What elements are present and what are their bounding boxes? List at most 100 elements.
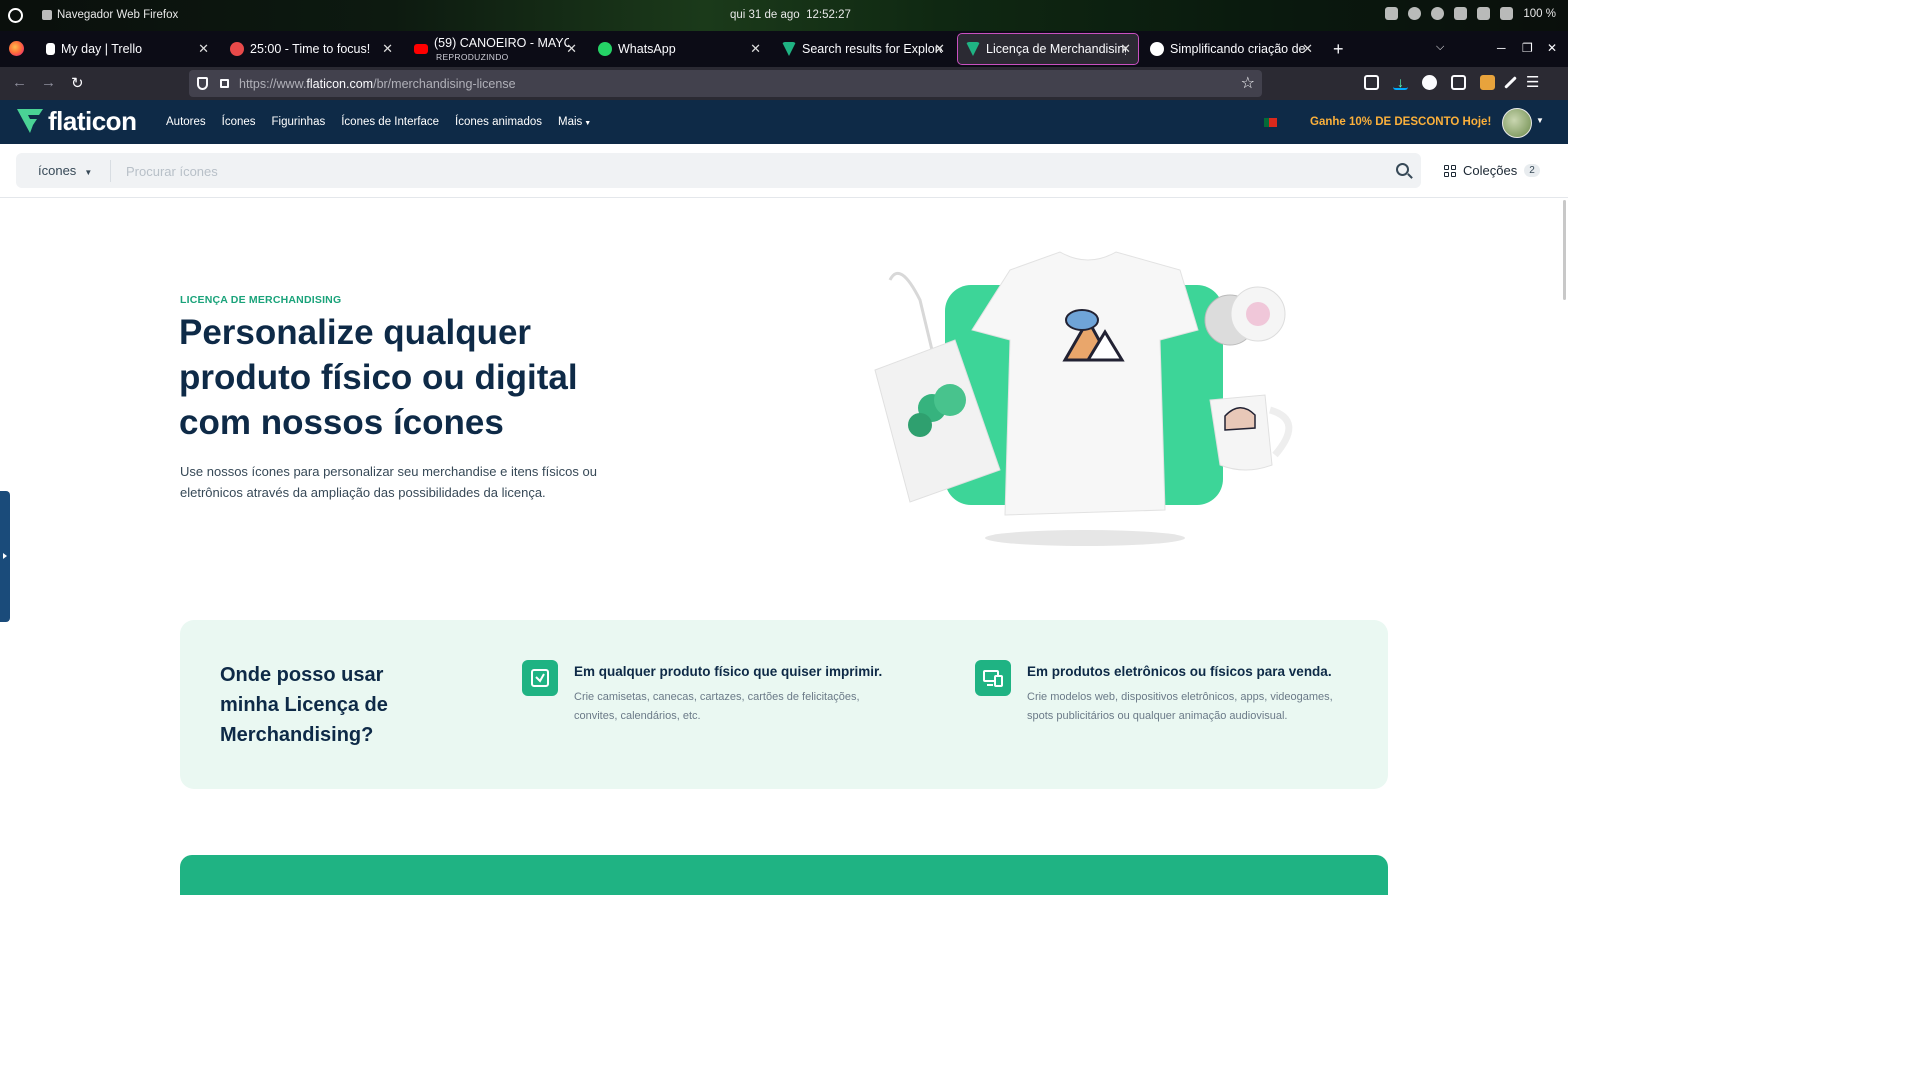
bag-handle bbox=[888, 271, 934, 351]
caret-down-icon: ▼ bbox=[584, 120, 592, 127]
caret-down-icon[interactable]: ▼ bbox=[1536, 116, 1544, 125]
pocket-icon[interactable] bbox=[1364, 75, 1379, 90]
downloads-icon[interactable]: ↓ bbox=[1393, 75, 1408, 90]
close-icon[interactable]: ✕ bbox=[1302, 41, 1313, 57]
menu-item-icons[interactable]: Ícones bbox=[222, 116, 256, 128]
menu-item-animated-icons[interactable]: Ícones animados bbox=[455, 116, 542, 128]
hero-subtitle: Use nossos ícones para personalizar seu … bbox=[180, 464, 597, 500]
flaticon-logo-icon bbox=[17, 109, 43, 133]
url-text[interactable]: https://www.flaticon.com/br/merchandisin… bbox=[239, 77, 516, 91]
list-all-tabs-button[interactable]: ⌵ bbox=[1436, 41, 1444, 54]
tab-youtube[interactable]: (59) CANOEIRO - MAYCK REPRODUZINDO ✕ bbox=[406, 34, 584, 64]
discord-icon[interactable] bbox=[1385, 7, 1399, 20]
tab-merchandising-license[interactable]: Licença de Merchandising ✕ bbox=[957, 33, 1139, 65]
grid-icon bbox=[1444, 164, 1456, 177]
activities-icon[interactable] bbox=[8, 8, 23, 23]
use-item-heading: Em produtos eletrônicos ou físicos para … bbox=[1027, 664, 1332, 679]
use-item-description: Crie camisetas, canecas, cartazes, cartõ… bbox=[574, 691, 860, 722]
battery-level: 100 % bbox=[1523, 7, 1556, 20]
back-button[interactable]: ← bbox=[12, 74, 27, 91]
menu-icon[interactable]: ☰ bbox=[1526, 75, 1539, 90]
flaticon-wordmark: flaticon bbox=[48, 106, 137, 136]
avatar[interactable] bbox=[1502, 108, 1532, 138]
mug-icon bbox=[1209, 394, 1273, 471]
tab-pomodoro[interactable]: 25:00 - Time to focus! ✕ bbox=[222, 34, 400, 64]
minimize-button[interactable]: ─ bbox=[1497, 41, 1506, 55]
lock-icon[interactable] bbox=[220, 79, 229, 88]
grammarly-icon[interactable] bbox=[1422, 75, 1437, 90]
brightness-icon bbox=[1408, 7, 1422, 20]
devices-icon bbox=[975, 660, 1011, 696]
pen-icon[interactable] bbox=[1504, 76, 1517, 89]
main-menu: Autores Ícones Figurinhas Ícones de Inte… bbox=[166, 116, 591, 128]
close-icon[interactable]: ✕ bbox=[934, 41, 945, 57]
tab-title: Licença de Merchandising bbox=[986, 42, 1126, 56]
license-uses-card: Onde posso usar minha Licença de Merchan… bbox=[180, 620, 1388, 789]
next-section-band bbox=[180, 855, 1388, 895]
os-app-menu[interactable]: Navegador Web Firefox bbox=[42, 9, 178, 21]
os-date: qui 31 de ago bbox=[730, 9, 800, 21]
collections-label: Coleções bbox=[1463, 163, 1518, 178]
volume-icon bbox=[1454, 7, 1468, 20]
toolbar-icons: ↓ ☰ bbox=[1364, 75, 1539, 90]
close-icon[interactable]: ✕ bbox=[566, 41, 577, 57]
os-clock[interactable]: qui 31 de ago 12:52:27 bbox=[730, 9, 851, 21]
tracking-protection-icon[interactable] bbox=[197, 77, 208, 90]
caret-down-icon: ▼ bbox=[84, 168, 93, 177]
tab-title: My day | Trello bbox=[61, 42, 143, 56]
mug-handle bbox=[1268, 406, 1293, 458]
use-item-heading: Em qualquer produto físico que quiser im… bbox=[574, 664, 883, 679]
search-box: ícones ▼ bbox=[16, 153, 1421, 188]
tab-title: WhatsApp bbox=[618, 42, 676, 56]
print-icon bbox=[522, 660, 558, 696]
whatsapp-icon bbox=[598, 42, 612, 56]
menu-item-interface-icons[interactable]: Ícones de Interface bbox=[341, 116, 439, 128]
forward-button[interactable]: → bbox=[41, 74, 56, 91]
search-type-dropdown[interactable]: ícones ▼ bbox=[38, 163, 92, 178]
uses-heading: Onde posso usar minha Licença de Merchan… bbox=[220, 664, 388, 746]
tab-whatsapp[interactable]: WhatsApp ✕ bbox=[590, 34, 768, 64]
github-icon bbox=[1150, 42, 1164, 56]
discount-promo-link[interactable]: Ganhe 10% DE DESCONTO Hoje! bbox=[1310, 116, 1491, 128]
side-panel-handle[interactable] bbox=[0, 491, 10, 622]
collections-count-badge: 2 bbox=[1524, 164, 1540, 177]
scrollbar[interactable] bbox=[1563, 200, 1566, 300]
tab-title: Search results for Explore bbox=[802, 42, 942, 56]
close-icon[interactable]: ✕ bbox=[382, 41, 393, 57]
restore-button[interactable]: ❐ bbox=[1522, 41, 1533, 55]
firefox-view-icon[interactable] bbox=[9, 41, 24, 56]
microphone-icon bbox=[1477, 7, 1491, 20]
close-icon[interactable]: ✕ bbox=[750, 41, 761, 57]
system-tray[interactable]: 100 % bbox=[1385, 7, 1556, 20]
tree-shape bbox=[934, 384, 966, 416]
menu-item-stickers[interactable]: Figurinhas bbox=[272, 116, 326, 128]
tab-title: Simplificando criação de bbox=[1170, 42, 1306, 56]
search-icon[interactable] bbox=[1396, 163, 1409, 176]
cloud-shape bbox=[1065, 309, 1099, 331]
close-icon[interactable]: ✕ bbox=[198, 41, 209, 57]
search-input[interactable] bbox=[126, 159, 1376, 183]
tab-search-results[interactable]: Search results for Explore ✕ bbox=[774, 34, 952, 64]
page-title: Personalize qualquer produto físico ou d… bbox=[179, 313, 578, 442]
flaticon-icon bbox=[966, 42, 980, 56]
reload-button[interactable]: ↻ bbox=[71, 74, 84, 92]
menu-item-more[interactable]: Mais ▼ bbox=[558, 116, 591, 128]
use-item-description: Crie modelos web, dispositivos eletrônic… bbox=[1027, 691, 1333, 722]
tab-trello[interactable]: My day | Trello ✕ bbox=[38, 34, 216, 64]
collections-button[interactable]: Coleções 2 bbox=[1444, 163, 1540, 178]
flaticon-logo[interactable]: flaticon bbox=[16, 106, 137, 136]
unicorn-shape bbox=[1246, 302, 1270, 326]
menu-item-authors[interactable]: Autores bbox=[166, 116, 206, 128]
address-bar[interactable]: https://www.flaticon.com/br/merchandisin… bbox=[189, 70, 1262, 97]
close-icon[interactable]: ✕ bbox=[1120, 41, 1131, 57]
tab-github[interactable]: Simplificando criação de ✕ bbox=[1142, 34, 1320, 64]
tab-title: (59) CANOEIRO - MAYCK bbox=[434, 36, 569, 50]
os-time: 12:52:27 bbox=[806, 9, 851, 21]
os-app-name: Navegador Web Firefox bbox=[57, 9, 179, 21]
close-window-button[interactable]: ✕ bbox=[1547, 41, 1557, 55]
new-tab-button[interactable]: + bbox=[1333, 39, 1344, 60]
extension-badge-icon[interactable] bbox=[1480, 75, 1495, 90]
bookmark-star-icon[interactable]: ☆ bbox=[1241, 73, 1255, 93]
portugal-flag-icon[interactable] bbox=[1264, 118, 1277, 127]
extensions-icon[interactable] bbox=[1451, 75, 1466, 90]
